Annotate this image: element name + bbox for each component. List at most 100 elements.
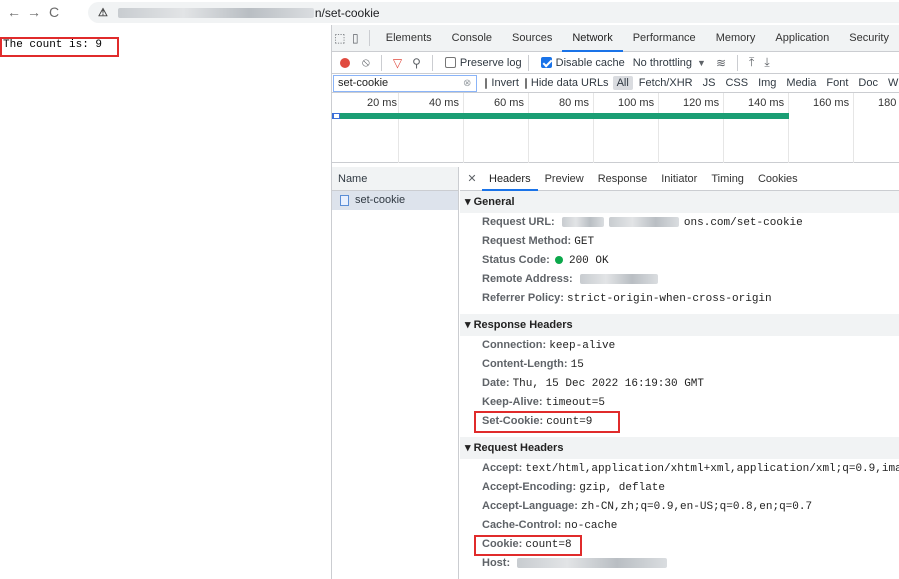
clear-icon[interactable]: ⦸	[362, 55, 370, 70]
header-row: Referrer Policy: strict-origin-when-cros…	[460, 289, 899, 308]
tab-elements[interactable]: Elements	[376, 25, 442, 52]
document-icon	[340, 195, 349, 206]
tick-label: 140 ms	[748, 97, 785, 109]
inspect-element-icon[interactable]: ⬚	[332, 31, 348, 45]
disable-cache-checkbox[interactable]	[540, 57, 552, 68]
divider	[527, 54, 529, 71]
filter-type-all[interactable]: All	[612, 76, 633, 90]
redacted-value	[517, 558, 668, 569]
header-value: 15	[570, 359, 584, 371]
waterfall-bar	[334, 113, 789, 119]
header-value: text/html,application/xhtml+xml,applicat…	[525, 463, 899, 475]
tab-cookies[interactable]: Cookies	[751, 167, 805, 191]
filter-type-fetch-xhr[interactable]: Fetch/XHR	[635, 76, 697, 90]
filter-type-css[interactable]: CSS	[721, 76, 752, 90]
header-key: Referrer Policy:	[482, 292, 564, 304]
tick-label: 160 ms	[813, 97, 850, 109]
preserve-log-checkbox[interactable]	[444, 57, 456, 68]
header-row: Accept-Language: zh-CN,zh;q=0.9,en-US;q=…	[460, 497, 899, 516]
chevron-down-icon[interactable]: ▼	[697, 58, 706, 68]
clear-filter-icon[interactable]: ⊗	[463, 78, 471, 89]
filter-type-js[interactable]: JS	[699, 76, 720, 90]
grid-line	[398, 93, 399, 163]
header-row: Cache-Control: no-cache	[460, 516, 899, 535]
redacted-value	[561, 217, 604, 228]
reload-icon[interactable]: C	[44, 0, 64, 25]
network-overview-timeline[interactable]: 20 ms 40 ms 60 ms 80 ms 100 ms 120 ms 14…	[332, 93, 899, 163]
throttling-select[interactable]: No throttling	[633, 57, 692, 69]
filter-type-doc[interactable]: Doc	[854, 76, 882, 90]
tick-label: 80 ms	[559, 97, 589, 109]
import-har-icon[interactable]: ⤒	[749, 55, 754, 70]
tick-label: 100 ms	[618, 97, 655, 109]
redacted-url	[117, 7, 314, 18]
redacted-value	[608, 217, 679, 228]
request-headers-section-header[interactable]: ▾ Request Headers	[460, 437, 899, 459]
header-row: Connection: keep-alive	[460, 336, 899, 355]
tab-initiator[interactable]: Initiator	[654, 167, 704, 191]
not-secure-warning-icon[interactable]: ⚠	[98, 6, 108, 19]
hide-data-urls-checkbox[interactable]	[524, 77, 527, 89]
divider	[369, 30, 370, 46]
device-toolbar-icon[interactable]: ▯	[348, 31, 364, 45]
header-key: Keep-Alive:	[482, 396, 543, 408]
tab-application[interactable]: Application	[765, 25, 839, 52]
divider	[380, 54, 382, 71]
tab-timing[interactable]: Timing	[704, 167, 751, 191]
tab-console[interactable]: Console	[442, 25, 502, 52]
detail-tabbar: ✕ Headers Preview Response Initiator Tim…	[460, 167, 899, 191]
filter-type-media[interactable]: Media	[782, 76, 820, 90]
network-conditions-icon[interactable]: ≋	[716, 56, 726, 70]
tab-network[interactable]: Network	[562, 25, 623, 52]
grid-line	[463, 93, 464, 163]
header-row: Keep-Alive: timeout=5	[460, 393, 899, 412]
header-key: Accept-Encoding:	[482, 481, 577, 493]
grid-line	[658, 93, 659, 163]
header-key: Host:	[482, 557, 511, 569]
filter-input[interactable]	[333, 74, 477, 92]
grid-line	[788, 93, 789, 163]
search-icon[interactable]: ⚲	[412, 56, 421, 70]
filter-type-font[interactable]: Font	[822, 76, 852, 90]
hide-data-urls-label: Hide data URLs	[530, 77, 609, 89]
header-value: zh-CN,zh;q=0.9,en-US;q=0.8,en;q=0.7	[581, 501, 813, 513]
header-key: Status Code:	[482, 254, 550, 266]
general-section-header[interactable]: ▾ General	[460, 191, 899, 213]
record-icon[interactable]	[340, 57, 350, 68]
close-icon[interactable]: ✕	[462, 172, 482, 185]
redacted-value	[579, 274, 658, 285]
divider	[431, 54, 433, 71]
tab-response[interactable]: Response	[591, 167, 655, 191]
header-row: Request Method: GET	[460, 232, 899, 251]
forward-icon[interactable]: →	[24, 0, 44, 25]
network-toolbar: ⦸ ▽ ⚲ Preserve log Disable cache No thro…	[332, 52, 899, 74]
invert-checkbox[interactable]	[485, 77, 488, 89]
highlight-box	[0, 37, 119, 57]
devtools-panel: ⬚ ▯ Elements Console Sources Network Per…	[331, 25, 899, 579]
tab-memory[interactable]: Memory	[706, 25, 766, 52]
header-key: Cache-Control:	[482, 519, 562, 531]
header-key: Request Method:	[482, 235, 572, 247]
header-value: no-cache	[564, 520, 618, 532]
response-headers-section-header[interactable]: ▾ Response Headers	[460, 314, 899, 336]
filter-icon[interactable]: ▽	[393, 56, 402, 70]
header-value: strict-origin-when-cross-origin	[567, 293, 772, 305]
request-row[interactable]: set-cookie	[332, 191, 458, 210]
tick-label: 180	[878, 97, 897, 109]
address-bar[interactable]: ⚠ n/set-cookie	[88, 2, 899, 23]
header-row: Content-Length: 15	[460, 355, 899, 374]
tab-sources[interactable]: Sources	[502, 25, 562, 52]
header-key: Request URL:	[482, 216, 555, 228]
filter-bar: ⊗ Invert Hide data URLs All Fetch/XHR JS…	[332, 74, 899, 93]
name-column-header[interactable]: Name	[332, 167, 458, 191]
tab-headers[interactable]: Headers	[482, 167, 538, 191]
tab-preview[interactable]: Preview	[538, 167, 591, 191]
export-har-icon[interactable]: ⤓	[764, 55, 769, 70]
tab-security[interactable]: Security	[839, 25, 899, 52]
filter-type-img[interactable]: Img	[754, 76, 780, 90]
header-value: timeout=5	[545, 397, 606, 409]
back-icon[interactable]: ←	[4, 0, 24, 25]
header-value: keep-alive	[549, 340, 616, 352]
tab-performance[interactable]: Performance	[623, 25, 706, 52]
filter-type-ws[interactable]: W	[884, 76, 899, 90]
